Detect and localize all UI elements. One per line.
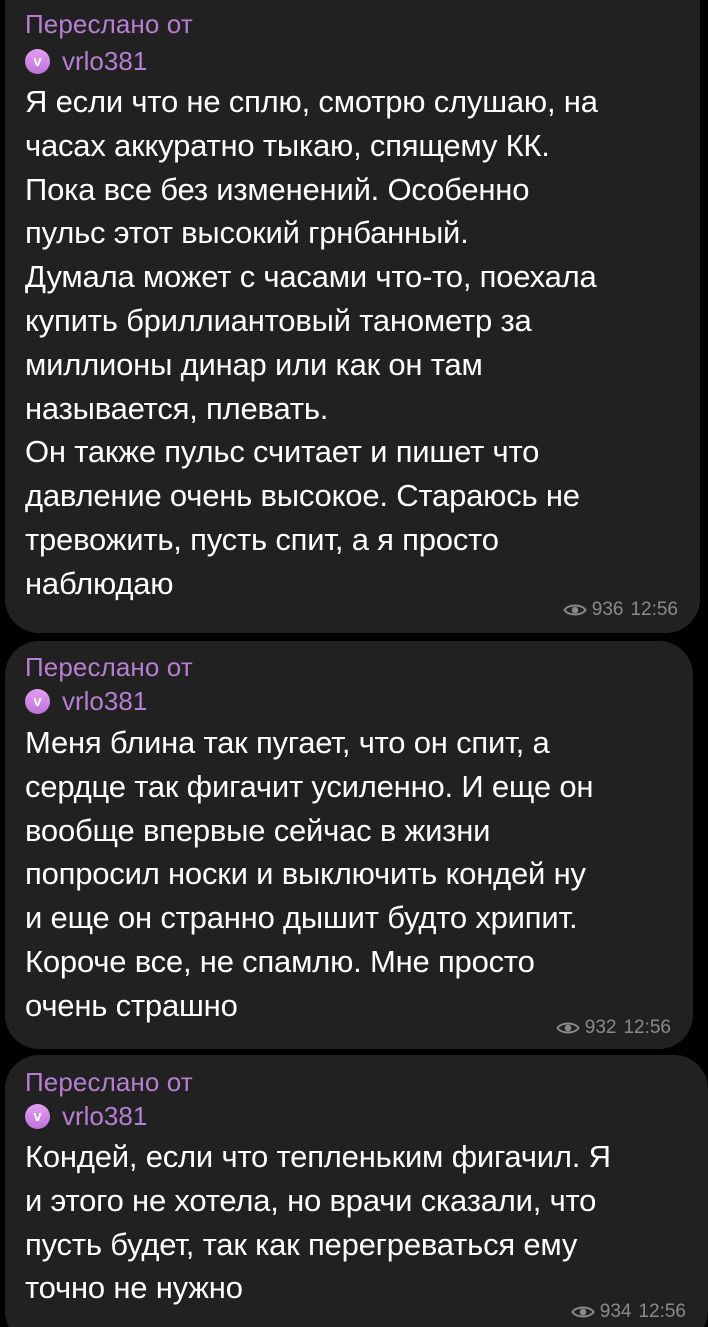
message-bubble-2[interactable]: Переслано от v vrlo381 Меня блина так пу… (5, 641, 693, 1049)
message-bubble-1[interactable]: Переслано от v vrlo381 Я если что не спл… (5, 0, 700, 633)
view-count: 936 (591, 599, 624, 620)
message-time: 12:56 (623, 1017, 671, 1038)
avatar: v (25, 688, 50, 714)
message-meta: 934 12:56 (571, 1301, 686, 1323)
message-text: Меня блина так пугает, что он спит, а се… (25, 725, 594, 1023)
view-count: 934 (599, 1301, 632, 1322)
forwarded-label: Переслано от (25, 652, 193, 682)
message-meta: 936 12:56 (563, 599, 678, 621)
author-name[interactable]: vrlo381 (62, 46, 147, 77)
message-meta: 932 12:56 (556, 1017, 671, 1039)
message-time: 12:56 (638, 1301, 686, 1322)
author-name[interactable]: vrlo381 (62, 686, 147, 717)
view-count: 932 (584, 1017, 617, 1038)
avatar: v (25, 1103, 50, 1129)
message-time: 12:56 (630, 599, 678, 620)
eye-icon (556, 1022, 580, 1034)
author-name[interactable]: vrlo381 (62, 1101, 147, 1132)
eye-icon (571, 1306, 595, 1318)
forwarded-author[interactable]: v vrlo381 (25, 686, 147, 716)
message-bubble-3[interactable]: Переслано от v vrlo381 Кондей, если что … (5, 1055, 708, 1327)
avatar: v (25, 48, 50, 74)
forwarded-author[interactable]: v vrlo381 (25, 1101, 147, 1131)
eye-icon (563, 604, 587, 616)
message-text: Кондей, если что тепленьким фигачил. Я и… (25, 1139, 611, 1306)
message-text: Я если что не сплю, смотрю слушаю, на ча… (25, 84, 598, 601)
forwarded-label: Переслано от (25, 9, 193, 39)
forwarded-author[interactable]: v vrlo381 (25, 46, 147, 76)
forwarded-label: Переслано от (25, 1067, 193, 1097)
